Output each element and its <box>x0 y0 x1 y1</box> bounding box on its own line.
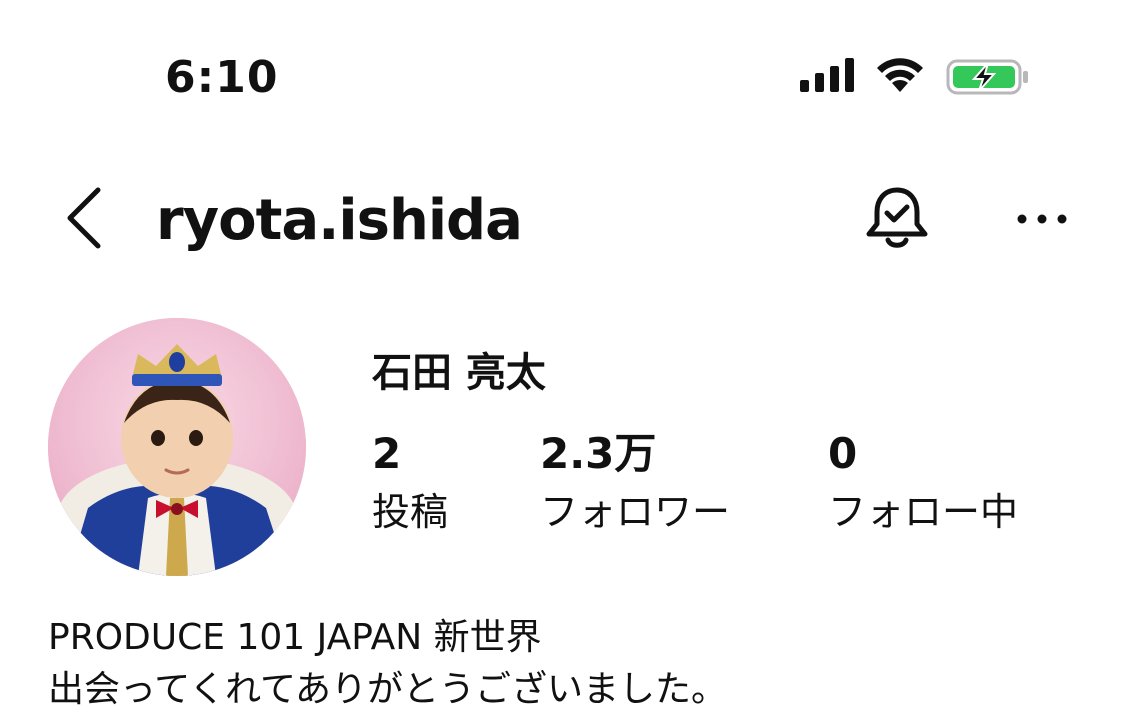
profile-display-name: 石田 亮太 <box>372 350 546 396</box>
stat-posts-label: 投稿 <box>372 490 449 534</box>
cellular-signal-icon <box>800 58 856 92</box>
stat-posts[interactable]: 2 投稿 <box>372 430 448 536</box>
bio-line: 出会ってくれてありがとうございました。 <box>48 669 727 710</box>
chevron-left-icon <box>67 187 101 249</box>
wifi-icon <box>874 56 926 94</box>
stat-followers-label: フォロワー <box>540 490 731 534</box>
back-button[interactable] <box>62 186 106 250</box>
more-options-button[interactable] <box>1016 210 1068 228</box>
more-horizontal-icon <box>1017 214 1067 224</box>
bell-check-icon <box>866 187 928 248</box>
profile-username: ryota.ishida <box>156 188 523 253</box>
stat-following[interactable]: 0 フォロー中 <box>828 430 1018 536</box>
battery-charging-icon <box>946 58 1030 96</box>
stat-followers[interactable]: 2.3万 フォロワー <box>540 430 730 536</box>
stat-followers-count: 2.3万 <box>540 429 657 478</box>
status-time: 6:10 <box>165 52 279 103</box>
stat-following-label: フォロー中 <box>828 490 1019 534</box>
profile-avatar[interactable] <box>48 318 306 576</box>
notifications-button[interactable] <box>864 184 930 254</box>
stat-posts-count: 2 <box>372 429 402 478</box>
avatar-image <box>48 318 306 576</box>
stat-following-count: 0 <box>828 429 858 478</box>
bio-line: PRODUCE 101 JAPAN 新世界 <box>48 617 542 658</box>
profile-bio: PRODUCE 101 JAPAN 新世界 出会ってくれてありがとうございました… <box>48 612 727 716</box>
